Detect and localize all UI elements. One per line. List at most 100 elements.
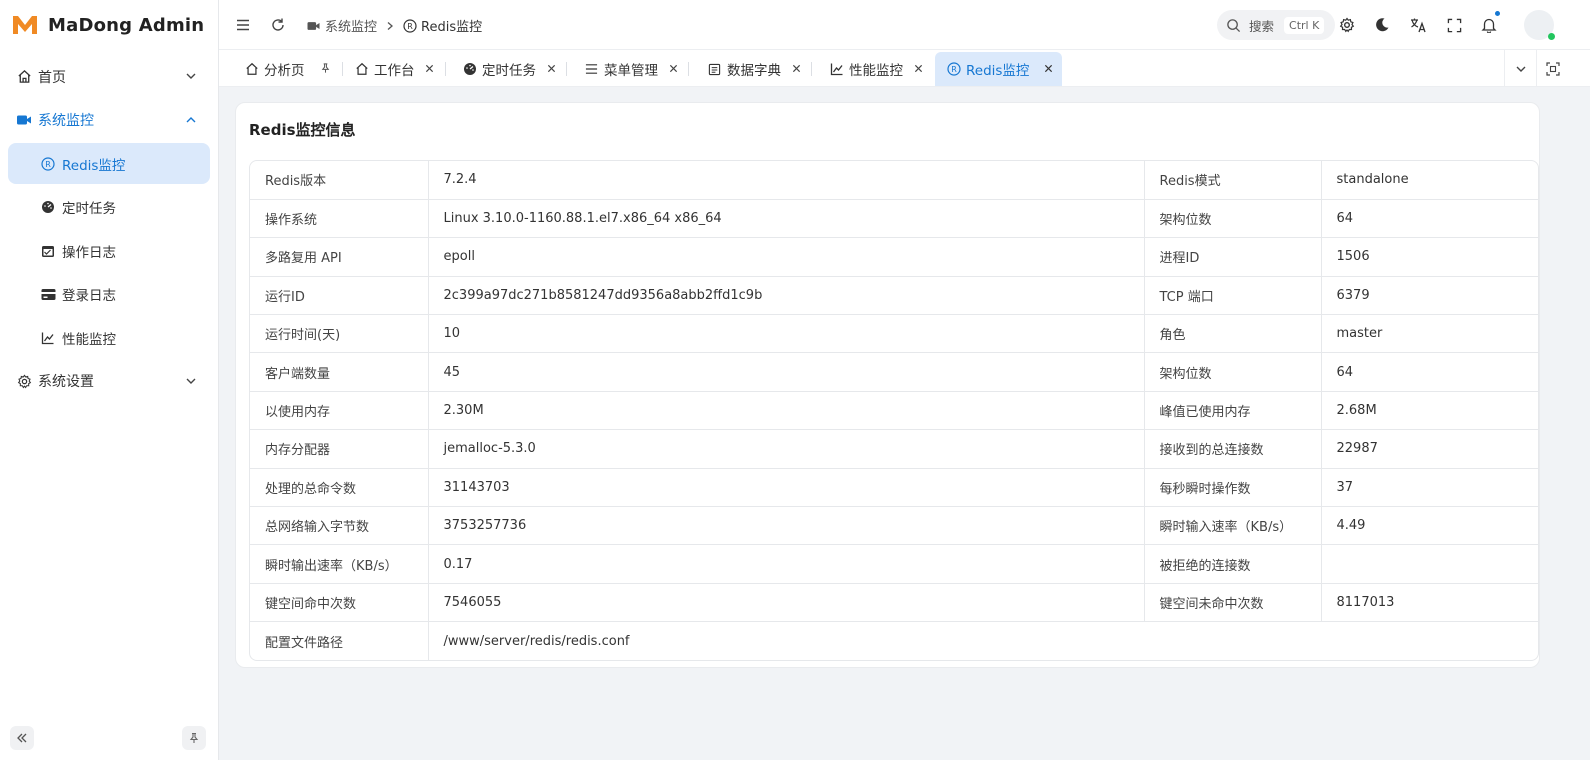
- sidebar-item-login-log[interactable]: 登录日志: [8, 274, 210, 315]
- table-row: 操作系统 Linux 3.10.0-1160.88.1.el7.x86_64 x8…: [250, 199, 1538, 239]
- table-cell-value: 64: [1321, 352, 1538, 392]
- notification-badge: [1494, 10, 1501, 17]
- table-cell-label: 键空间未命中次数: [1144, 583, 1322, 623]
- dark-mode-moon-icon[interactable]: [1372, 15, 1392, 35]
- collapse-sidebar-button[interactable]: [10, 726, 34, 750]
- tab-bar: 分析页 工作台 定时任务 菜单管理 数据字典 性能监控 R Redis监控: [219, 50, 1590, 87]
- sidebar-item-system-monitor[interactable]: 系统监控: [8, 100, 210, 141]
- table-cell-value: 7.2.4: [428, 161, 1145, 200]
- tab-menu-management[interactable]: 菜单管理: [573, 52, 687, 86]
- sidebar-item-label: Redis监控: [62, 157, 126, 174]
- table-cell-label: 操作系统: [250, 199, 429, 239]
- sidebar-item-operation-log[interactable]: 操作日志: [8, 230, 210, 271]
- table-cell-value: 22987: [1321, 429, 1538, 469]
- table-cell-label: 内存分配器: [250, 429, 429, 469]
- table-cell-label: Redis版本: [250, 161, 429, 200]
- table-row: 内存分配器 jemalloc-5.3.0 接收到的总连接数 22987: [250, 429, 1538, 469]
- table-cell-value: 4.49: [1321, 506, 1538, 546]
- pin-sidebar-button[interactable]: [182, 726, 206, 750]
- table-cell-label: 每秒瞬时操作数: [1144, 468, 1322, 508]
- table-cell-label: 多路复用 API: [250, 237, 429, 277]
- breadcrumb-item: R Redis监控: [403, 16, 482, 35]
- menu-toggle-icon[interactable]: [233, 15, 253, 35]
- table-cell-value: 2.68M: [1321, 391, 1538, 431]
- translate-icon[interactable]: [1408, 15, 1428, 35]
- table-cell-value: 7546055: [428, 583, 1145, 623]
- tab-analysis[interactable]: 分析页: [233, 52, 339, 86]
- search-placeholder: 搜索: [1249, 18, 1275, 34]
- tab-data-dictionary[interactable]: 数据字典: [696, 52, 810, 86]
- table-cell-label: 架构位数: [1144, 352, 1322, 392]
- video-icon: [16, 112, 32, 128]
- close-icon[interactable]: [790, 62, 802, 74]
- sidebar-footer: [0, 716, 218, 760]
- tab-scheduled-tasks[interactable]: 定时任务: [451, 52, 565, 86]
- table-cell-value: standalone: [1321, 161, 1538, 200]
- table-cell-value: [1321, 544, 1538, 584]
- notification-bell-icon[interactable]: [1479, 15, 1499, 35]
- table-row: 运行时间(天) 10 角色 master: [250, 314, 1538, 354]
- tab-redis-monitor[interactable]: R Redis监控: [935, 52, 1062, 86]
- svg-text:R: R: [951, 65, 957, 74]
- table-cell-value: 10: [428, 314, 1145, 354]
- table-cell-label: 接收到的总连接数: [1144, 429, 1322, 469]
- table-cell-value: master: [1321, 314, 1538, 354]
- sidebar-item-label: 操作日志: [62, 244, 116, 261]
- calendar-icon: [40, 243, 56, 259]
- tab-maximize-button[interactable]: [1536, 50, 1568, 87]
- sidebar-item-home[interactable]: 首页: [8, 56, 210, 97]
- breadcrumb: 系统监控 R Redis监控: [306, 16, 482, 35]
- search-box[interactable]: 搜索 Ctrl K: [1217, 10, 1335, 40]
- app-logo[interactable]: MaDong Admin: [0, 0, 218, 50]
- sidebar-item-system-settings[interactable]: 系统设置: [8, 361, 210, 402]
- table-cell-label: 瞬时输入速率（KB/s）: [1144, 506, 1322, 546]
- table-cell-label: 以使用内存: [250, 391, 429, 431]
- sidebar-item-label: 登录日志: [62, 288, 116, 304]
- table-row: 多路复用 API epoll 进程ID 1506: [250, 237, 1538, 277]
- sidebar-item-scheduled-tasks[interactable]: 定时任务: [8, 187, 210, 228]
- home-icon: [16, 69, 32, 85]
- breadcrumb-item[interactable]: 系统监控: [306, 16, 377, 35]
- sidebar: MaDong Admin 首页 系统监控 R Redis监控 定时任务 操作日志…: [0, 0, 219, 760]
- fullscreen-icon[interactable]: [1444, 15, 1464, 35]
- table-cell-label: 瞬时输出速率（KB/s）: [250, 544, 429, 584]
- gear-icon: [16, 373, 32, 389]
- close-icon[interactable]: [545, 62, 557, 74]
- table-row: 键空间命中次数 7546055 键空间未命中次数 8117013: [250, 583, 1538, 623]
- home-icon: [244, 62, 259, 77]
- table-cell-label: 角色: [1144, 314, 1322, 354]
- logo-icon: [12, 15, 38, 35]
- tab-workbench[interactable]: 工作台: [343, 52, 443, 86]
- table-cell-label: TCP 端口: [1144, 276, 1322, 316]
- table-cell-label: 运行时间(天): [250, 314, 429, 354]
- user-avatar[interactable]: [1524, 10, 1555, 40]
- table-row: 客户端数量 45 架构位数 64: [250, 352, 1538, 392]
- table-cell-label: 运行ID: [250, 276, 429, 316]
- top-header: 系统监控 R Redis监控 搜索 Ctrl K: [219, 0, 1590, 50]
- close-icon[interactable]: [1042, 62, 1054, 74]
- sidebar-item-redis-monitor[interactable]: R Redis监控: [8, 143, 210, 184]
- settings-gear-icon[interactable]: [1337, 15, 1357, 35]
- close-icon[interactable]: [912, 62, 924, 74]
- refresh-icon[interactable]: [268, 15, 288, 35]
- menu-icon: [584, 62, 599, 77]
- line-chart-icon: [829, 62, 844, 77]
- sidebar-item-label: 系统监控: [38, 113, 94, 129]
- table-row: 运行ID 2c399a97dc271b8581247dd9356a8abb2ffd…: [250, 276, 1538, 316]
- table-cell-value: Linux 3.10.0-1160.88.1.el7.x86_64 x86_64: [428, 199, 1145, 239]
- svg-text:R: R: [407, 22, 413, 31]
- tab-performance-monitor[interactable]: 性能监控: [818, 52, 932, 86]
- sidebar-menu: 首页 系统监控 R Redis监控 定时任务 操作日志 登录日志 性能监控 系统…: [0, 56, 218, 402]
- close-icon[interactable]: [423, 62, 435, 74]
- table-cell-value: epoll: [428, 237, 1145, 277]
- tab-list-dropdown[interactable]: [1504, 50, 1536, 87]
- table-cell-value: 1506: [1321, 237, 1538, 277]
- table-row: 瞬时输出速率（KB/s） 0.17 被拒绝的连接数: [250, 544, 1538, 584]
- pin-icon[interactable]: [319, 62, 331, 74]
- sidebar-item-performance-monitor[interactable]: 性能监控: [8, 317, 210, 358]
- close-icon[interactable]: [667, 62, 679, 74]
- table-cell-label: Redis模式: [1144, 161, 1322, 200]
- table-cell-value: /www/server/redis/redis.conf: [443, 633, 630, 649]
- table-cell-label: 峰值已使用内存: [1144, 391, 1322, 431]
- table-row: 处理的总命令数 31143703 每秒瞬时操作数 37: [250, 468, 1538, 508]
